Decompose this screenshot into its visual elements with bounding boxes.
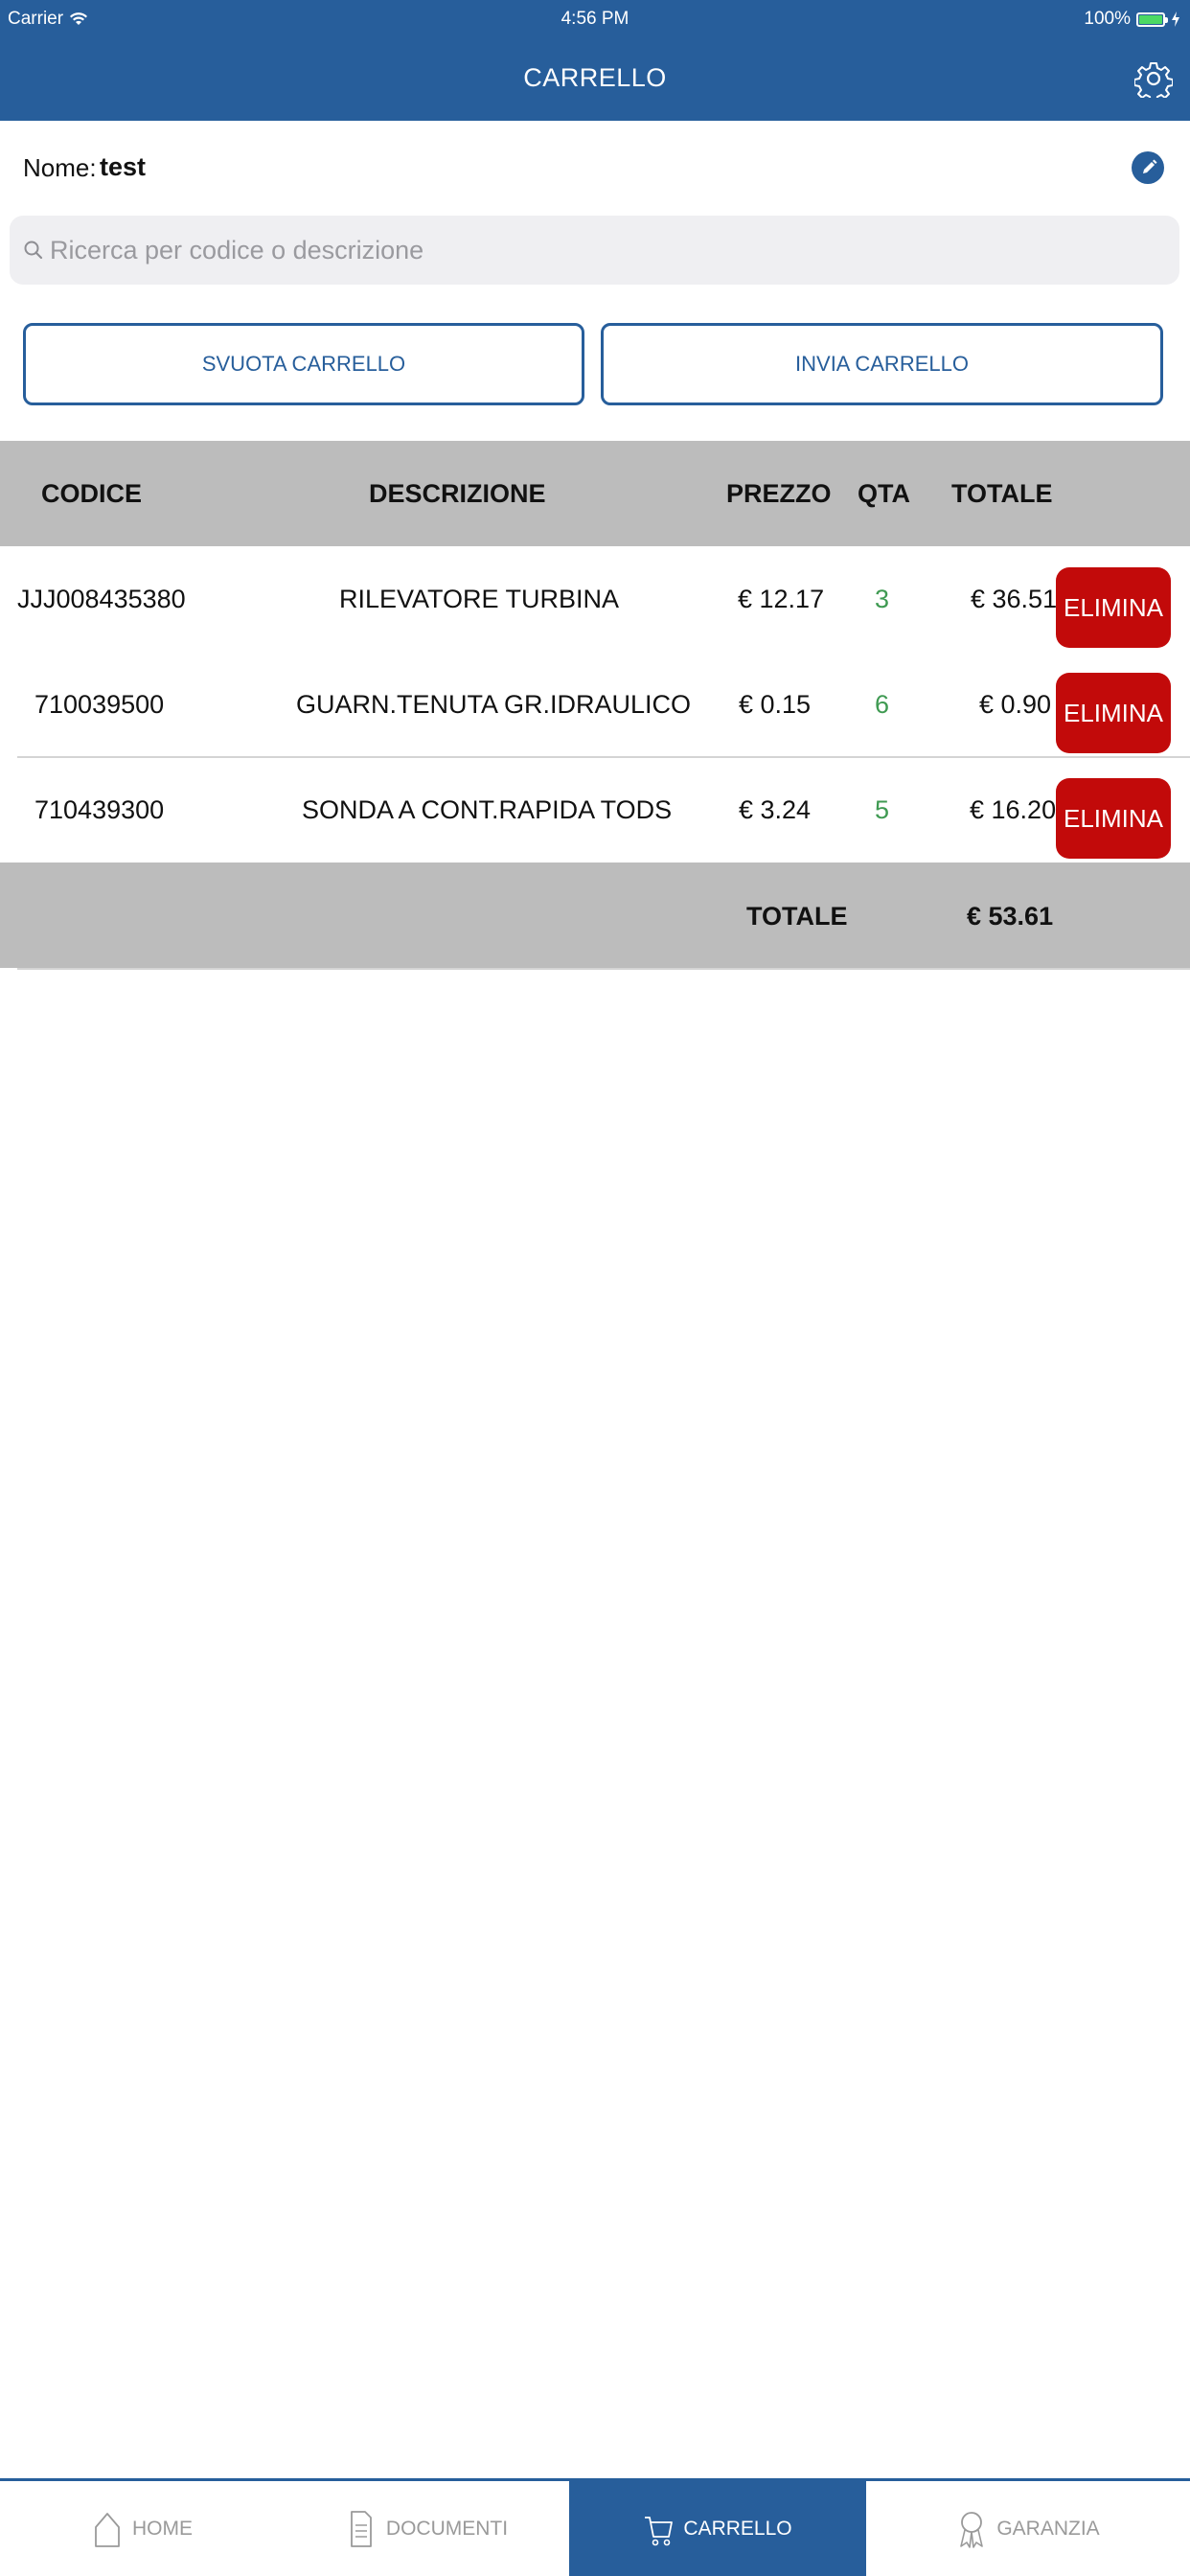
tab-home-label: HOME [132, 2517, 193, 2540]
tab-garanzia-label: GARANZIA [996, 2517, 1100, 2540]
gear-icon[interactable] [1134, 59, 1173, 98]
total-label: TOTALE [746, 902, 848, 931]
cell-total: € 0.90 [979, 690, 1052, 719]
cell-qty[interactable]: 5 [875, 795, 889, 825]
customer-label: Nome: [23, 153, 97, 182]
charging-icon [1172, 12, 1179, 27]
header-total: TOTALE [951, 479, 1053, 508]
tab-home[interactable]: HOME [0, 2481, 285, 2576]
tab-garanzia[interactable]: GARANZIA [866, 2481, 1190, 2576]
pencil-icon [1143, 159, 1157, 173]
search-input[interactable] [50, 216, 1161, 285]
delete-button[interactable]: ELIMINA [1056, 567, 1171, 648]
table-bottom-divider [17, 968, 1190, 970]
battery-info: 100% [1084, 9, 1180, 30]
cell-description: SONDA A CONT.RAPIDA TODS [302, 795, 673, 824]
cell-qty[interactable]: 3 [875, 585, 889, 614]
search-bar [10, 216, 1179, 285]
cell-price: € 0.15 [739, 690, 812, 719]
tab-bar: HOME DOCUMENTI CARRELLO GARANZIA [0, 2478, 1190, 2576]
cell-total: € 16.20 [970, 795, 1057, 824]
customer-row: Nome: test [0, 121, 1190, 215]
empty-cart-button[interactable]: SVUOTA CARRELLO [23, 323, 584, 405]
cell-code: JJJ008435380 [17, 585, 186, 613]
customer-name: test [100, 152, 147, 181]
document-icon [351, 2510, 372, 2547]
house-icon [95, 2512, 120, 2547]
status-bar: Carrier 4:56 PM 100% [0, 0, 1190, 38]
cart-icon [645, 2516, 674, 2545]
page-title: CARRELLO [523, 63, 667, 92]
table-row: 710439300 SONDA A CONT.RAPIDA TODS € 3.2… [0, 757, 1190, 862]
cell-code: 710039500 [34, 690, 165, 719]
header-price: PREZZO [726, 479, 832, 508]
total-value: € 53.61 [967, 902, 1054, 931]
tab-carrello[interactable]: CARRELLO [569, 2481, 866, 2576]
delete-button[interactable]: ELIMINA [1056, 778, 1171, 859]
battery-icon [1136, 12, 1168, 27]
edit-name-button[interactable] [1132, 151, 1164, 184]
nav-bar: CARRELLO [0, 38, 1190, 121]
cell-price: € 3.24 [739, 795, 812, 824]
search-icon [24, 241, 43, 260]
table-row: 710039500 GUARN.TENUTA GR.IDRAULICO € 0.… [0, 652, 1190, 757]
header-code: CODICE [41, 479, 143, 508]
tab-carrello-label: CARRELLO [683, 2517, 792, 2540]
cell-description: GUARN.TENUTA GR.IDRAULICO [296, 690, 692, 719]
cell-qty[interactable]: 6 [875, 690, 889, 720]
cell-price: € 12.17 [738, 585, 825, 613]
tab-documenti[interactable]: DOCUMENTI [285, 2481, 569, 2576]
battery-percent: 100% [1084, 9, 1131, 29]
delete-button[interactable]: ELIMINA [1056, 673, 1171, 753]
table-total-row: TOTALE € 53.61 [0, 862, 1190, 968]
cell-code: 710439300 [34, 795, 165, 824]
header-description: DESCRIZIONE [369, 479, 546, 508]
table-header: CODICE DESCRIZIONE PREZZO QTA TOTALE [0, 441, 1190, 546]
status-time: 4:56 PM [561, 9, 629, 29]
table-row: JJJ008435380 RILEVATORE TURBINA € 12.17 … [0, 546, 1190, 652]
ribbon-icon [960, 2511, 984, 2548]
tab-documenti-label: DOCUMENTI [385, 2517, 509, 2540]
cell-description: RILEVATORE TURBINA [339, 585, 620, 613]
header-qty: QTA [858, 479, 910, 508]
cell-total: € 36.51 [971, 585, 1058, 613]
send-cart-button[interactable]: INVIA CARRELLO [601, 323, 1163, 405]
